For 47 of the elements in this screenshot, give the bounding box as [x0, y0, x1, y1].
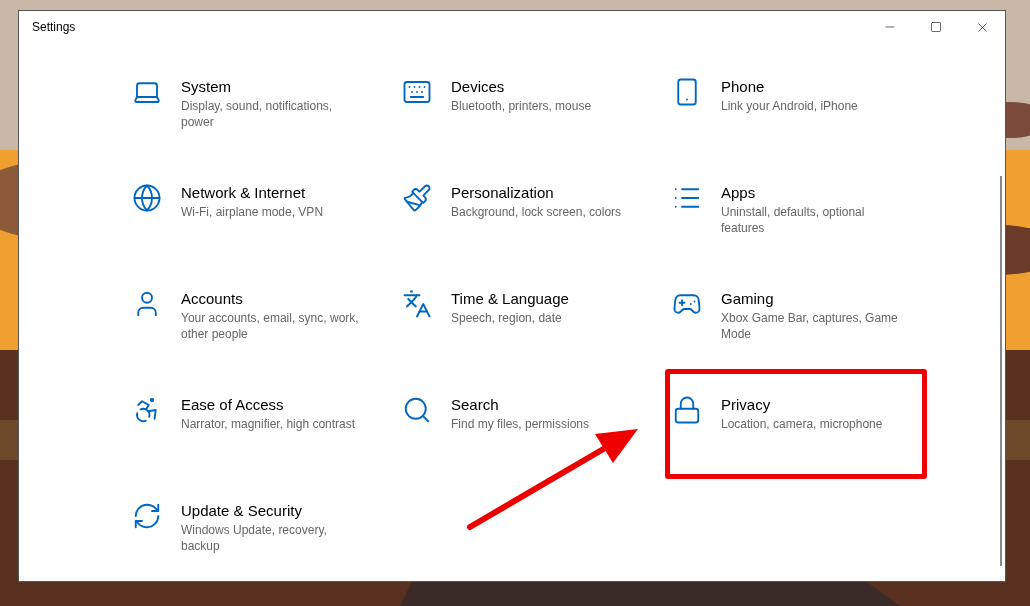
category-description: Uninstall, defaults, optional features — [721, 204, 866, 236]
category-description: Background, lock screen, colors — [451, 204, 622, 220]
category-description: Bluetooth, printers, mouse — [451, 98, 592, 114]
category-title: Phone — [721, 77, 766, 97]
globe-icon — [132, 183, 162, 213]
category-title: Apps — [721, 183, 757, 203]
lock-icon — [672, 395, 702, 425]
category-description: Speech, region, date — [451, 310, 563, 326]
category-description: Your accounts, email, sync, work, other people — [181, 310, 359, 342]
category-title: Privacy — [721, 395, 772, 415]
category-description: Xbox Game Bar, captures, Game Mode — [721, 310, 899, 342]
refresh-icon — [132, 501, 162, 531]
settings-category[interactable]: Search Find my files, permissions — [400, 395, 590, 432]
paintbrush-icon — [402, 183, 432, 213]
category-title: Gaming — [721, 289, 775, 309]
category-title: Personalization — [451, 183, 555, 203]
settings-category[interactable]: Accounts Your accounts, email, sync, work, other people — [130, 289, 359, 342]
settings-category[interactable]: Devices Bluetooth, printers, mouse — [400, 77, 592, 114]
settings-category[interactable]: Update & Security Windows Update, recovery, backup — [130, 501, 359, 554]
category-title: Ease of Access — [181, 395, 285, 415]
maximize-icon — [930, 21, 942, 33]
category-description: Display, sound, notifications, power — [181, 98, 334, 130]
category-description: Link your Android, iPhone — [721, 98, 858, 114]
settings-category[interactable]: Time & Language Speech, region, date — [400, 289, 569, 326]
settings-category[interactable]: System Display, sound, notifications, power — [130, 77, 359, 130]
settings-category[interactable]: Ease of Access Narrator, magnifier, high contrast — [130, 395, 356, 432]
language-icon — [402, 289, 432, 319]
settings-category[interactable]: Personalization Background, lock screen, colors — [400, 183, 622, 220]
category-title: System — [181, 77, 232, 97]
category-title: Accounts — [181, 289, 244, 309]
category-title: Network & Internet — [181, 183, 307, 203]
category-description: Location, camera, microphone — [721, 416, 883, 432]
category-title: Update & Security — [181, 501, 303, 521]
category-title: Time & Language — [451, 289, 569, 309]
settings-category[interactable]: Gaming Xbox Game Bar, captures, Game Mode — [670, 289, 899, 342]
category-description: Narrator, magnifier, high contrast — [181, 416, 356, 432]
window-title: Settings — [32, 19, 76, 36]
category-description: Windows Update, recovery, backup — [181, 522, 328, 554]
category-title: Devices — [451, 77, 506, 97]
settings-category[interactable]: Phone Link your Android, iPhone — [670, 77, 858, 114]
category-title: Search — [451, 395, 500, 415]
settings-category[interactable]: Privacy Location, camera, microphone — [670, 395, 883, 432]
settings-category[interactable]: Network & Internet Wi-Fi, airplane mode, VPN — [130, 183, 324, 220]
category-description: Find my files, permissions — [451, 416, 590, 432]
category-description: Wi-Fi, airplane mode, VPN — [181, 204, 324, 220]
search-icon — [402, 395, 432, 425]
settings-category[interactable]: Apps Uninstall, defaults, optional features — [670, 183, 899, 236]
